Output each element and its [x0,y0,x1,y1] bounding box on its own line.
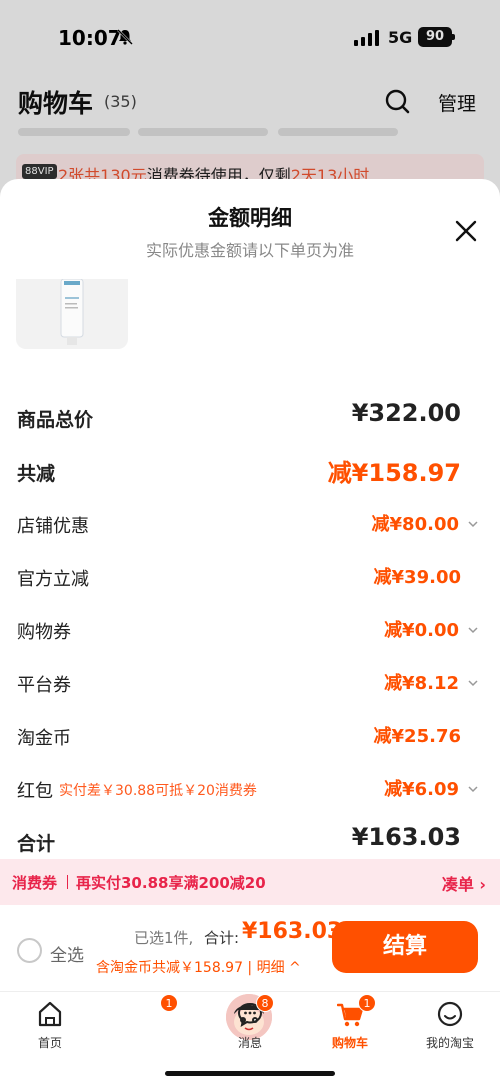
tab-home[interactable]: 首页 [0,992,100,1062]
home-icon [38,1001,62,1027]
tab-my-taobao[interactable]: 我的淘宝 [400,992,500,1062]
select-all-label[interactable]: 全选 [50,941,84,966]
detail-row-taobao-coins: 淘金币 减¥25.76 [17,726,461,749]
detail-row-platform-coupon[interactable]: 平台券 减¥8.12 [17,667,483,699]
promo-tag: 消费券 [12,874,58,892]
select-all-checkbox[interactable] [17,938,42,963]
tab-messages[interactable]: 8 消息 [200,992,300,1062]
product-tube-image [60,279,84,345]
tab-cart[interactable]: 1 购物车 [300,992,400,1062]
total-label: 合计: [204,929,240,947]
product-thumbnail[interactable] [16,279,128,349]
detail-row-total-discount: 共减 减¥158.97 [17,459,461,487]
detail-row-red-packet[interactable]: 红包 实付差￥30.88可抵￥20消费券 减¥6.09 [17,773,483,805]
total-value: ¥163.03 [242,919,343,944]
selected-count: 已选1件, [134,929,194,947]
detail-row-grand-total: 合计 ¥163.03 [17,823,461,855]
detail-row-shopping-voucher[interactable]: 购物券 减¥0.00 [17,614,483,646]
add-items-link[interactable]: 凑单 › [442,871,486,895]
checkout-button[interactable]: 结算 [332,921,478,973]
tab-bar: 首页 1 8 消息 1 购物车 我的淘宝 [0,991,500,1085]
chevron-down-icon [468,680,478,687]
cart-badge: 1 [358,994,376,1012]
close-icon[interactable] [454,219,478,243]
profile-badge: 1 [160,994,178,1012]
sheet-subtitle: 实际优惠金额请以下单页为准 [145,241,354,260]
messages-badge: 8 [256,994,274,1012]
promo-strip[interactable]: 消费券 再实付30.88享满200减20 凑单 › [0,859,500,905]
red-packet-note: 实付差￥30.88可抵￥20消费券 [59,783,257,799]
detail-row-store-discount[interactable]: 店铺优惠 减¥80.00 [17,508,483,540]
checkout-bar: 全选 已选1件, 合计: ¥163.03 含淘金币共减￥158.97 | 明细 … [0,905,500,991]
detail-row-official-discount: 官方立减 减¥39.00 [17,567,461,590]
amount-detail-sheet: 金额明细 实际优惠金额请以下单页为准 商品总价 ¥322.00 共减 减¥158… [0,179,500,1085]
detail-row-subtotal: 商品总价 ¥322.00 [17,399,461,431]
detail-toggle[interactable]: 含淘金币共减￥158.97 | 明细 ^ [96,957,301,977]
chevron-down-icon [468,627,478,634]
chevron-down-icon [468,786,478,793]
home-indicator [165,1071,335,1076]
smiley-icon [437,1001,463,1027]
tab-profile-avatar[interactable]: 1 [100,992,272,1062]
chevron-down-icon [468,521,478,528]
promo-text: 再实付30.88享满200减20 [76,874,266,892]
sheet-title: 金额明细 [208,206,292,230]
promo-divider [67,875,68,889]
